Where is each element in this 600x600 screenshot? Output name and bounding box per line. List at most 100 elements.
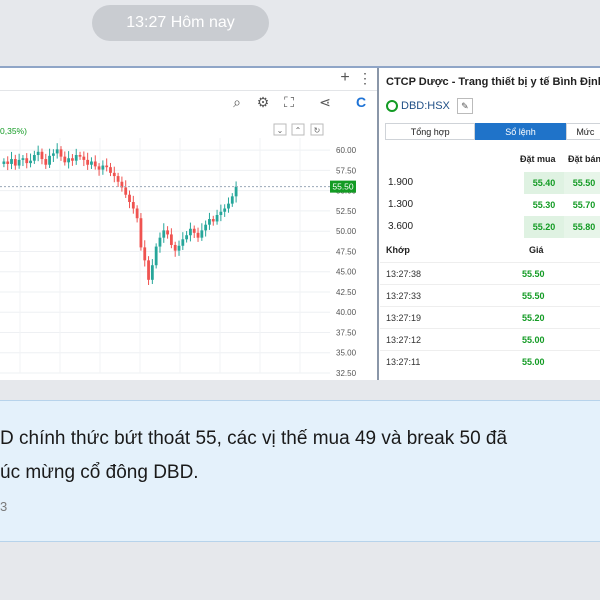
candle-body: [158, 237, 162, 247]
price-header: Giá: [529, 245, 544, 255]
trade-time: 13:27:19: [386, 313, 422, 323]
candle-body: [86, 159, 90, 165]
y-tick-label: 50.00: [336, 227, 357, 236]
panel-divider[interactable]: [377, 68, 379, 380]
panel-tabs: Tổng hợp Sổ lệnh Mức: [385, 123, 600, 140]
order-book-panel: CTCP Dược - Trang thiết bị y tế Bình Địn…: [380, 68, 600, 380]
trade-row: 13:27:38 55.50: [380, 262, 600, 285]
candle-body: [169, 234, 173, 245]
book-row: 1.900 55.40 55.50: [380, 172, 600, 194]
trade-row: 13:27:12 55.00: [380, 328, 600, 351]
candle-body: [63, 156, 67, 163]
book-ask[interactable]: 55.70: [564, 194, 600, 216]
candlestick-chart[interactable]: 60.0057.5055.0052.5050.0047.5045.0042.50…: [0, 118, 377, 380]
candle-body: [208, 219, 211, 225]
candle-body: [13, 159, 17, 166]
shared-screenshot[interactable]: + ⋮ ⌕ ⚙ ⛶ ⋖ C 60.00 57.50 55.00 52.50 50.00 4…: [0, 66, 600, 380]
candle-body: [192, 228, 196, 233]
message-line-2: úc mừng cổ đông DBD.: [0, 462, 199, 483]
ticker: DBD:HSX ✎: [386, 98, 473, 114]
book-bid[interactable]: 55.20: [524, 216, 564, 238]
candle-body: [147, 260, 150, 280]
trade-row: 13:27:11 55.00: [380, 350, 600, 373]
candle-body: [90, 161, 93, 165]
candle-body: [162, 230, 166, 238]
candle-body: [17, 159, 21, 166]
message-bubble[interactable]: D chính thức bứt thoát 55, các vị thế mu…: [0, 400, 600, 542]
candle-body: [215, 214, 219, 222]
candle-body: [32, 155, 36, 161]
candle-body: [93, 161, 97, 167]
trade-time: 13:27:12: [386, 335, 422, 345]
candle-body: [230, 196, 234, 204]
edit-icon[interactable]: ✎: [456, 98, 473, 114]
book-row: 3.600 55.20 55.80: [380, 216, 600, 238]
candle-body: [185, 235, 189, 240]
candle-body: [204, 224, 208, 231]
more-icon[interactable]: ⋮: [356, 69, 374, 87]
settings-icon[interactable]: ⚙: [254, 93, 272, 111]
fullscreen-icon[interactable]: ⛶: [280, 93, 298, 111]
trade-price: 55.50: [522, 291, 545, 301]
candle-body: [51, 153, 55, 156]
add-icon[interactable]: +: [336, 69, 354, 87]
candle-body: [150, 265, 154, 280]
candle-body: [25, 158, 29, 164]
book-ask[interactable]: 55.80: [564, 216, 600, 238]
candle-body: [105, 165, 109, 168]
tab-summary[interactable]: Tổng hợp: [385, 123, 476, 140]
chart-grid: [0, 138, 330, 374]
candle-body: [223, 208, 227, 212]
zoom-icon[interactable]: ⌕: [228, 93, 246, 111]
candle-body: [21, 158, 25, 160]
candle-body: [219, 211, 223, 215]
candle-body: [40, 151, 44, 160]
candle-body: [10, 159, 13, 164]
y-tick-label: 57.50: [336, 166, 357, 175]
trade-price: 55.20: [522, 313, 545, 323]
candle-body: [173, 244, 177, 251]
candle-body: [44, 159, 48, 165]
y-tick-label: 42.50: [336, 288, 357, 297]
book-volume: 1.900: [388, 177, 414, 188]
candle-body: [211, 219, 215, 222]
candle-body: [36, 151, 40, 156]
y-tick-label: 52.50: [336, 207, 357, 216]
candle-body: [101, 165, 105, 170]
book-ask[interactable]: 55.50: [564, 172, 600, 194]
candle-body: [128, 194, 131, 203]
trade-price: 55.00: [522, 357, 545, 367]
chart-header-bar: + ⋮: [0, 68, 378, 91]
status-icon: [386, 100, 398, 112]
candle-body: [97, 166, 101, 170]
tab-orderbook[interactable]: Sổ lệnh: [475, 123, 566, 140]
chevron-down-icon: ⌄: [277, 126, 284, 135]
chevron-up-icon: ⌃: [295, 126, 302, 135]
candle-body: [55, 149, 59, 154]
y-tick-label: 40.00: [336, 308, 357, 317]
book-volume: 3.600: [388, 221, 414, 232]
chart-candles: [2, 143, 238, 285]
timestamp-chip: 13:27 Hôm nay: [92, 5, 269, 41]
bid-header: Đặt mua: [520, 154, 556, 164]
trade-price: 55.50: [522, 269, 545, 279]
y-tick-label: 37.50: [336, 328, 357, 337]
candle-body: [200, 230, 204, 238]
candle-body: [67, 158, 71, 163]
book-bid[interactable]: 55.30: [524, 194, 564, 216]
candle-body: [135, 208, 139, 219]
candle-body: [189, 228, 192, 236]
tab-level[interactable]: Mức: [565, 123, 600, 140]
timestamp-text: 13:27 Hôm nay: [126, 14, 235, 31]
book-bid[interactable]: 55.40: [524, 172, 564, 194]
price-tag-text: 55.50: [332, 182, 354, 192]
candle-body: [131, 202, 135, 209]
logo-icon: C: [355, 94, 367, 110]
book-volume: 1.300: [388, 199, 414, 210]
y-tick-label: 60.00: [336, 146, 357, 155]
chart-toolbar: ⌕ ⚙ ⛶ ⋖ C: [0, 90, 378, 118]
candle-body: [181, 239, 185, 246]
candle-body: [78, 155, 82, 157]
trade-row: 13:27:33 55.50: [380, 284, 600, 307]
share-icon[interactable]: ⋖: [316, 93, 334, 111]
